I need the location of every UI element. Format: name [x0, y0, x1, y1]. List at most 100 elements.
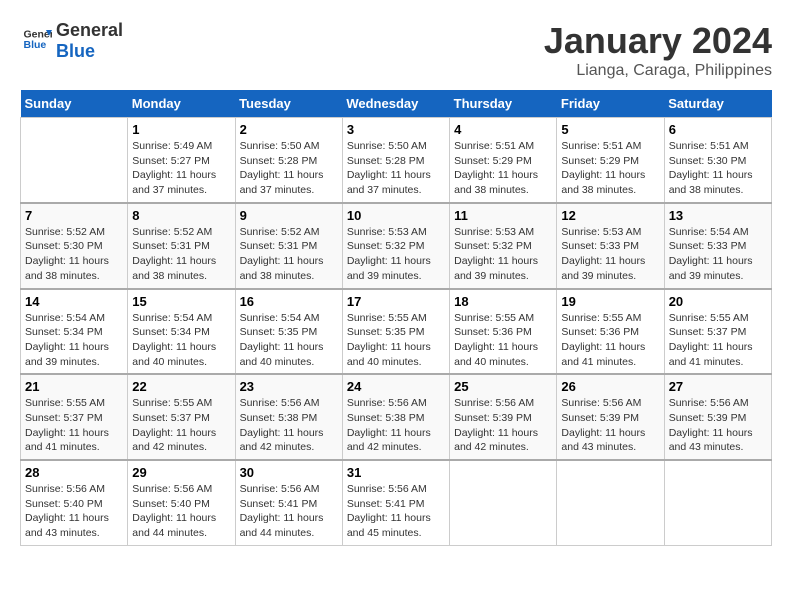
day-info: Sunrise: 5:55 AM Sunset: 5:35 PM Dayligh…: [347, 311, 445, 370]
day-info: Sunrise: 5:52 AM Sunset: 5:31 PM Dayligh…: [132, 225, 230, 284]
day-info: Sunrise: 5:55 AM Sunset: 5:36 PM Dayligh…: [454, 311, 552, 370]
day-info: Sunrise: 5:51 AM Sunset: 5:30 PM Dayligh…: [669, 139, 767, 198]
calendar-cell: 5 Sunrise: 5:51 AM Sunset: 5:29 PM Daylig…: [557, 118, 664, 203]
day-number: 16: [240, 294, 338, 309]
day-number: 11: [454, 208, 552, 223]
day-number: 22: [132, 379, 230, 394]
title-block: January 2024 Lianga, Caraga, Philippines: [544, 20, 772, 80]
day-info: Sunrise: 5:56 AM Sunset: 5:39 PM Dayligh…: [669, 396, 767, 455]
day-number: 7: [25, 208, 123, 223]
column-header-friday: Friday: [557, 90, 664, 118]
day-info: Sunrise: 5:56 AM Sunset: 5:41 PM Dayligh…: [347, 482, 445, 541]
day-number: 21: [25, 379, 123, 394]
calendar-cell: [450, 460, 557, 545]
day-info: Sunrise: 5:52 AM Sunset: 5:30 PM Dayligh…: [25, 225, 123, 284]
day-info: Sunrise: 5:56 AM Sunset: 5:38 PM Dayligh…: [347, 396, 445, 455]
day-number: 13: [669, 208, 767, 223]
day-info: Sunrise: 5:56 AM Sunset: 5:40 PM Dayligh…: [132, 482, 230, 541]
calendar-cell: 16 Sunrise: 5:54 AM Sunset: 5:35 PM Dayli…: [235, 289, 342, 375]
day-info: Sunrise: 5:56 AM Sunset: 5:38 PM Dayligh…: [240, 396, 338, 455]
day-info: Sunrise: 5:55 AM Sunset: 5:37 PM Dayligh…: [25, 396, 123, 455]
logo-line1: General: [56, 20, 123, 41]
day-info: Sunrise: 5:54 AM Sunset: 5:35 PM Dayligh…: [240, 311, 338, 370]
calendar-cell: 14 Sunrise: 5:54 AM Sunset: 5:34 PM Dayli…: [21, 289, 128, 375]
calendar-cell: 22 Sunrise: 5:55 AM Sunset: 5:37 PM Dayli…: [128, 374, 235, 460]
day-info: Sunrise: 5:56 AM Sunset: 5:41 PM Dayligh…: [240, 482, 338, 541]
calendar-cell: 9 Sunrise: 5:52 AM Sunset: 5:31 PM Daylig…: [235, 203, 342, 289]
calendar-cell: 8Sunrise: 5:52 AM Sunset: 5:31 PM Daylig…: [128, 203, 235, 289]
day-info: Sunrise: 5:54 AM Sunset: 5:33 PM Dayligh…: [669, 225, 767, 284]
page-title: January 2024: [544, 20, 772, 62]
day-info: Sunrise: 5:56 AM Sunset: 5:39 PM Dayligh…: [561, 396, 659, 455]
calendar-cell: 21 Sunrise: 5:55 AM Sunset: 5:37 PM Dayli…: [21, 374, 128, 460]
day-info: Sunrise: 5:49 AM Sunset: 5:27 PM Dayligh…: [132, 139, 230, 198]
day-number: 25: [454, 379, 552, 394]
day-number: 4: [454, 122, 552, 137]
week-row-3: 14 Sunrise: 5:54 AM Sunset: 5:34 PM Dayli…: [21, 289, 772, 375]
calendar-cell: 1 Sunrise: 5:49 AM Sunset: 5:27 PM Daylig…: [128, 118, 235, 203]
calendar-cell: 6 Sunrise: 5:51 AM Sunset: 5:30 PM Daylig…: [664, 118, 771, 203]
calendar-cell: 28 Sunrise: 5:56 AM Sunset: 5:40 PM Dayli…: [21, 460, 128, 545]
calendar-cell: [557, 460, 664, 545]
calendar-cell: 24Sunrise: 5:56 AM Sunset: 5:38 PM Dayli…: [342, 374, 449, 460]
day-number: 23: [240, 379, 338, 394]
day-info: Sunrise: 5:54 AM Sunset: 5:34 PM Dayligh…: [132, 311, 230, 370]
calendar-cell: 3 Sunrise: 5:50 AM Sunset: 5:28 PM Daylig…: [342, 118, 449, 203]
day-number: 5: [561, 122, 659, 137]
day-number: 14: [25, 294, 123, 309]
page-header: General Blue General Blue January 2024 L…: [20, 20, 772, 80]
calendar-cell: 20 Sunrise: 5:55 AM Sunset: 5:37 PM Dayli…: [664, 289, 771, 375]
day-number: 3: [347, 122, 445, 137]
calendar-cell: [664, 460, 771, 545]
logo-icon: General Blue: [22, 24, 52, 54]
day-info: Sunrise: 5:53 AM Sunset: 5:33 PM Dayligh…: [561, 225, 659, 284]
logo: General Blue General Blue: [20, 20, 123, 62]
calendar-cell: 31 Sunrise: 5:56 AM Sunset: 5:41 PM Dayli…: [342, 460, 449, 545]
calendar-table: SundayMondayTuesdayWednesdayThursdayFrid…: [20, 90, 772, 546]
calendar-cell: 26Sunrise: 5:56 AM Sunset: 5:39 PM Dayli…: [557, 374, 664, 460]
week-row-1: 1 Sunrise: 5:49 AM Sunset: 5:27 PM Daylig…: [21, 118, 772, 203]
day-info: Sunrise: 5:53 AM Sunset: 5:32 PM Dayligh…: [454, 225, 552, 284]
calendar-cell: 11 Sunrise: 5:53 AM Sunset: 5:32 PM Dayli…: [450, 203, 557, 289]
calendar-body: 1 Sunrise: 5:49 AM Sunset: 5:27 PM Daylig…: [21, 118, 772, 546]
column-header-tuesday: Tuesday: [235, 90, 342, 118]
day-number: 31: [347, 465, 445, 480]
column-header-saturday: Saturday: [664, 90, 771, 118]
calendar-cell: 19Sunrise: 5:55 AM Sunset: 5:36 PM Dayli…: [557, 289, 664, 375]
day-info: Sunrise: 5:50 AM Sunset: 5:28 PM Dayligh…: [347, 139, 445, 198]
day-info: Sunrise: 5:55 AM Sunset: 5:37 PM Dayligh…: [132, 396, 230, 455]
day-info: Sunrise: 5:52 AM Sunset: 5:31 PM Dayligh…: [240, 225, 338, 284]
calendar-cell: 25Sunrise: 5:56 AM Sunset: 5:39 PM Dayli…: [450, 374, 557, 460]
calendar-cell: 15 Sunrise: 5:54 AM Sunset: 5:34 PM Dayli…: [128, 289, 235, 375]
calendar-cell: 4Sunrise: 5:51 AM Sunset: 5:29 PM Daylig…: [450, 118, 557, 203]
calendar-cell: 18 Sunrise: 5:55 AM Sunset: 5:36 PM Dayli…: [450, 289, 557, 375]
day-number: 1: [132, 122, 230, 137]
calendar-header: SundayMondayTuesdayWednesdayThursdayFrid…: [21, 90, 772, 118]
logo-line2: Blue: [56, 41, 123, 62]
day-number: 30: [240, 465, 338, 480]
day-info: Sunrise: 5:55 AM Sunset: 5:37 PM Dayligh…: [669, 311, 767, 370]
day-number: 15: [132, 294, 230, 309]
calendar-cell: 10Sunrise: 5:53 AM Sunset: 5:32 PM Dayli…: [342, 203, 449, 289]
calendar-cell: 2Sunrise: 5:50 AM Sunset: 5:28 PM Daylig…: [235, 118, 342, 203]
column-header-sunday: Sunday: [21, 90, 128, 118]
column-header-monday: Monday: [128, 90, 235, 118]
day-number: 18: [454, 294, 552, 309]
day-number: 28: [25, 465, 123, 480]
day-info: Sunrise: 5:56 AM Sunset: 5:40 PM Dayligh…: [25, 482, 123, 541]
day-number: 20: [669, 294, 767, 309]
day-info: Sunrise: 5:51 AM Sunset: 5:29 PM Dayligh…: [561, 139, 659, 198]
day-number: 27: [669, 379, 767, 394]
calendar-cell: [21, 118, 128, 203]
calendar-cell: 23 Sunrise: 5:56 AM Sunset: 5:38 PM Dayli…: [235, 374, 342, 460]
day-number: 29: [132, 465, 230, 480]
column-header-thursday: Thursday: [450, 90, 557, 118]
day-number: 9: [240, 208, 338, 223]
day-number: 10: [347, 208, 445, 223]
day-info: Sunrise: 5:54 AM Sunset: 5:34 PM Dayligh…: [25, 311, 123, 370]
calendar-cell: 13 Sunrise: 5:54 AM Sunset: 5:33 PM Dayli…: [664, 203, 771, 289]
day-number: 6: [669, 122, 767, 137]
day-number: 12: [561, 208, 659, 223]
page-subtitle: Lianga, Caraga, Philippines: [544, 62, 772, 80]
day-number: 17: [347, 294, 445, 309]
